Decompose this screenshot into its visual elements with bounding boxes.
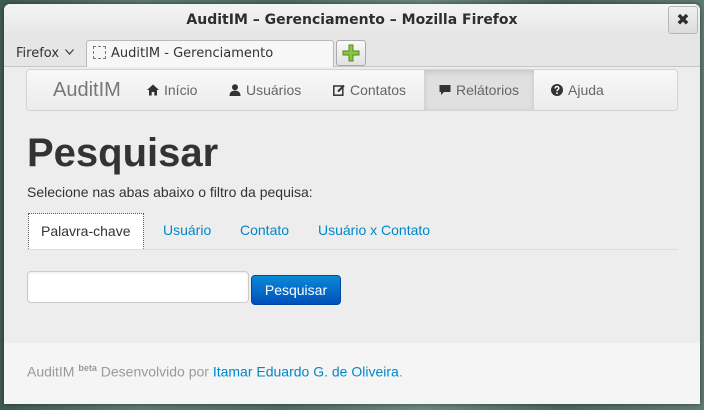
tab-usuario[interactable]: Usuário — [151, 213, 223, 247]
page-footer: AuditIM beta Desenvolvido por Itamar Edu… — [4, 343, 700, 404]
close-window-button[interactable]: ✖ — [668, 6, 698, 34]
search-input[interactable] — [27, 271, 249, 303]
user-icon — [229, 84, 241, 96]
nav-item-label: Início — [164, 82, 198, 98]
window-title: AuditIM – Gerenciamento – Mozilla Firefo… — [186, 12, 518, 28]
nav-item-label: Relátorios — [456, 82, 520, 98]
top-navbar: AuditIM Início Usuários Contatos Relátor… — [26, 69, 678, 111]
firefox-menu-button[interactable]: Firefox — [16, 46, 75, 61]
page-favicon-icon — [93, 46, 106, 59]
browser-tabbar: Firefox AuditIM - Gerenciamento — [4, 36, 700, 67]
window-titlebar: AuditIM – Gerenciamento – Mozilla Firefo… — [4, 4, 700, 36]
tab-palavra-chave[interactable]: Palavra-chave — [28, 213, 144, 249]
nav-item-ajuda[interactable]: Ajuda — [551, 70, 604, 110]
search-button[interactable]: Pesquisar — [251, 275, 341, 305]
nav-item-label: Contatos — [350, 82, 407, 98]
chevron-down-icon — [65, 49, 75, 55]
footer-app-name: AuditIM — [27, 363, 75, 380]
browser-window: AuditIM – Gerenciamento – Mozilla Firefo… — [4, 4, 700, 404]
nav-item-usuarios[interactable]: Usuários — [229, 70, 301, 110]
nav-item-label: Usuários — [246, 82, 302, 98]
comment-icon — [439, 85, 451, 95]
browser-tab-title: AuditIM - Gerenciamento — [111, 46, 274, 61]
page-subtitle: Selecione nas abas abaixo o filtro da pe… — [27, 184, 313, 200]
home-icon — [147, 84, 159, 96]
tab-usuario-x-contato[interactable]: Usuário x Contato — [306, 213, 442, 247]
edit-icon — [333, 84, 345, 96]
nav-item-inicio[interactable]: Início — [147, 70, 197, 110]
author-link[interactable]: Itamar Eduardo G. de Oliveira — [213, 364, 399, 380]
footer-text: AuditIM beta Desenvolvido por Itamar Edu… — [27, 363, 403, 380]
footer-credit: Desenvolvido por — [100, 363, 209, 380]
tab-contato[interactable]: Contato — [228, 213, 301, 247]
nav-item-relatorios[interactable]: Relátorios — [424, 70, 535, 110]
browser-tab[interactable]: AuditIM - Gerenciamento — [86, 40, 334, 67]
new-tab-button[interactable] — [336, 40, 366, 66]
filter-tabs: Palavra-chave Usuário Contato Usuário x … — [26, 211, 678, 250]
brand-link[interactable]: AuditIM — [53, 70, 121, 110]
nav-item-label: Ajuda — [568, 82, 604, 98]
page-content: AuditIM Início Usuários Contatos Relátor… — [4, 67, 700, 404]
nav-item-contatos[interactable]: Contatos — [333, 70, 406, 110]
plus-icon — [342, 44, 360, 62]
footer-period: . — [398, 363, 403, 380]
firefox-menu-label: Firefox — [16, 46, 60, 61]
page-title: Pesquisar — [27, 131, 219, 175]
beta-badge: beta — [78, 363, 97, 373]
question-icon — [551, 84, 563, 96]
